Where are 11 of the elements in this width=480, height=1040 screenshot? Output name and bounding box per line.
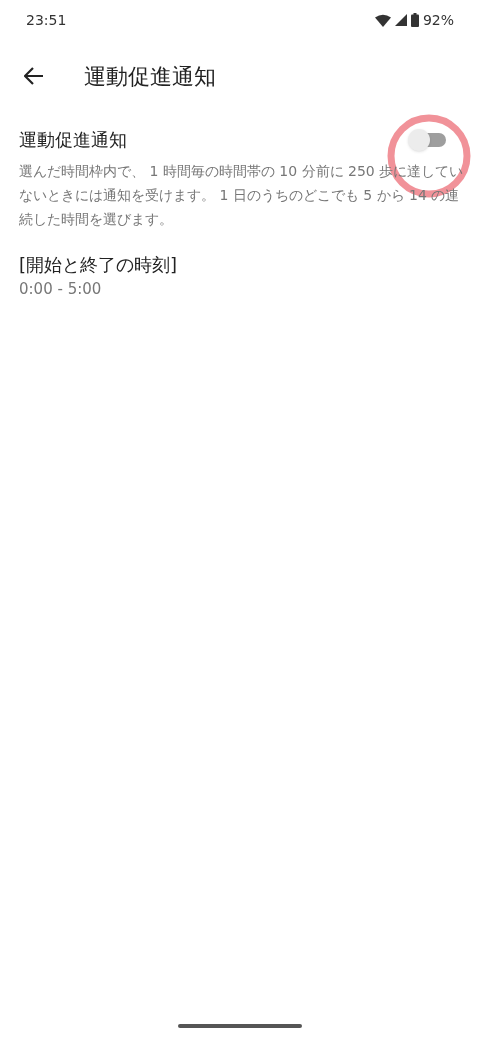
signal-icon <box>394 14 407 26</box>
page-title: 運動促進通知 <box>84 62 216 91</box>
battery-icon <box>410 13 419 27</box>
setting-title: 運動促進通知 <box>19 128 127 152</box>
wifi-icon <box>374 13 391 27</box>
back-arrow-icon <box>24 67 44 85</box>
toggle-switch[interactable] <box>408 128 448 151</box>
time-range-value: 0:00 - 5:00 <box>19 279 103 300</box>
battery-percent: 92% <box>422 10 454 30</box>
time-range-title: [開始と終了の時刻] <box>19 253 179 277</box>
status-time: 23:51 <box>26 10 67 30</box>
